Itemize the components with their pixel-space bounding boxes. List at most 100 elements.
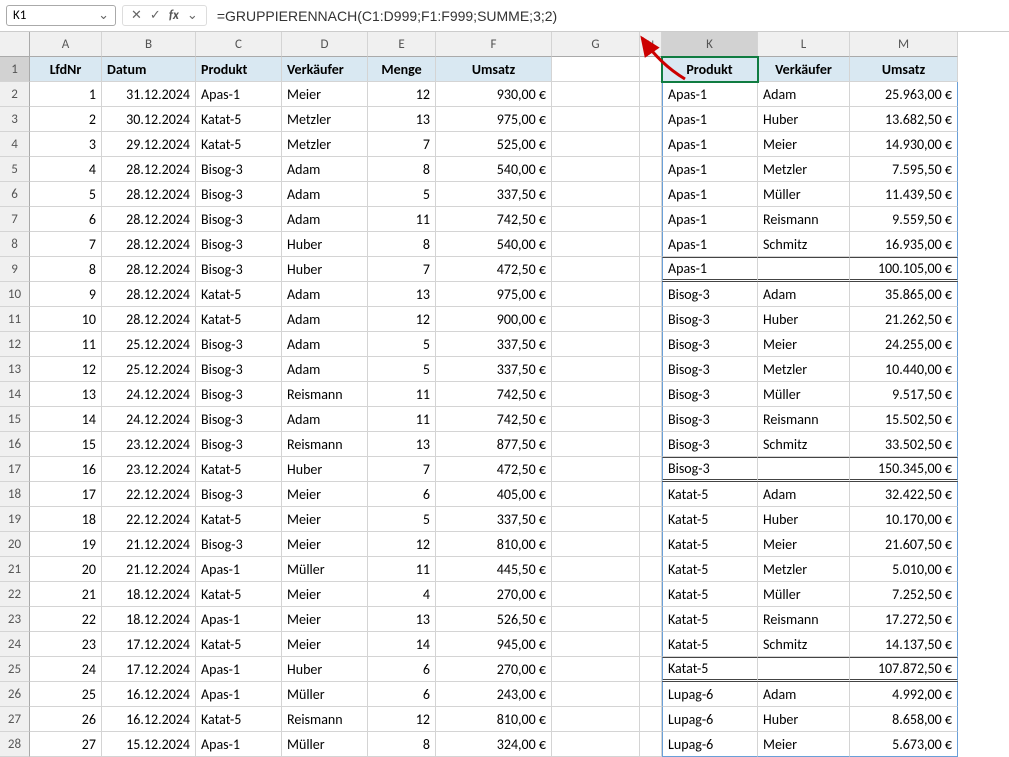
- row-header[interactable]: 17: [0, 457, 30, 482]
- row-header[interactable]: 15: [0, 407, 30, 432]
- cell[interactable]: 21.607,50 €: [850, 532, 958, 557]
- cell[interactable]: Bisog-3: [196, 432, 282, 457]
- cell[interactable]: 9.517,50 €: [850, 382, 958, 407]
- cell[interactable]: [552, 657, 640, 682]
- cell[interactable]: [552, 682, 640, 707]
- cell[interactable]: 24.255,00 €: [850, 332, 958, 357]
- cell[interactable]: Huber: [758, 107, 850, 132]
- cell[interactable]: 8.658,00 €: [850, 707, 958, 732]
- cell[interactable]: 6: [30, 207, 102, 232]
- cell[interactable]: [640, 257, 662, 282]
- cell[interactable]: [640, 282, 662, 307]
- chevron-down-icon[interactable]: ⌄: [98, 8, 109, 23]
- cell[interactable]: 742,50 €: [436, 407, 552, 432]
- cell[interactable]: 900,00 €: [436, 307, 552, 332]
- cell[interactable]: [552, 182, 640, 207]
- cell[interactable]: 107.872,50 €: [850, 657, 958, 682]
- column-header[interactable]: G: [552, 32, 640, 57]
- row-header[interactable]: 19: [0, 507, 30, 532]
- cell[interactable]: 17: [30, 482, 102, 507]
- cell[interactable]: [552, 107, 640, 132]
- confirm-icon[interactable]: ✓: [148, 8, 163, 23]
- cell[interactable]: 28.12.2024: [102, 157, 196, 182]
- cell[interactable]: 540,00 €: [436, 232, 552, 257]
- column-header[interactable]: L: [758, 32, 850, 57]
- cell[interactable]: 23.12.2024: [102, 457, 196, 482]
- cell[interactable]: 6: [368, 682, 436, 707]
- cell[interactable]: Huber: [758, 707, 850, 732]
- row-header[interactable]: 26: [0, 682, 30, 707]
- cell[interactable]: Apas-1: [662, 157, 758, 182]
- cell[interactable]: 10.170,00 €: [850, 507, 958, 532]
- cell[interactable]: 24.12.2024: [102, 382, 196, 407]
- cell[interactable]: [552, 582, 640, 607]
- cell[interactable]: Adam: [758, 482, 850, 507]
- cell[interactable]: [552, 532, 640, 557]
- table-header[interactable]: Umsatz: [850, 57, 958, 82]
- cell[interactable]: [758, 657, 850, 682]
- cell[interactable]: Adam: [282, 307, 368, 332]
- cell[interactable]: [552, 457, 640, 482]
- cell[interactable]: 26: [30, 707, 102, 732]
- cell[interactable]: Katat-5: [196, 307, 282, 332]
- cell[interactable]: Müller: [282, 732, 368, 757]
- row-header[interactable]: 24: [0, 632, 30, 657]
- row-header[interactable]: 21: [0, 557, 30, 582]
- cell[interactable]: 12: [30, 357, 102, 382]
- row-header[interactable]: 9: [0, 257, 30, 282]
- cell[interactable]: 3: [30, 132, 102, 157]
- cell[interactable]: Müller: [282, 557, 368, 582]
- cell[interactable]: [552, 382, 640, 407]
- cell[interactable]: 21.12.2024: [102, 532, 196, 557]
- cell[interactable]: 10: [30, 307, 102, 332]
- cell[interactable]: 18.12.2024: [102, 582, 196, 607]
- cell[interactable]: 150.345,00 €: [850, 457, 958, 482]
- cell[interactable]: Apas-1: [196, 732, 282, 757]
- cell[interactable]: 29.12.2024: [102, 132, 196, 157]
- cell[interactable]: 12: [368, 707, 436, 732]
- row-header[interactable]: 2: [0, 82, 30, 107]
- cell[interactable]: [640, 107, 662, 132]
- cell[interactable]: 28.12.2024: [102, 282, 196, 307]
- cell[interactable]: Bisog-3: [196, 357, 282, 382]
- cell[interactable]: 21.262,50 €: [850, 307, 958, 332]
- cell[interactable]: [552, 282, 640, 307]
- row-header[interactable]: 13: [0, 357, 30, 382]
- cell[interactable]: 11: [368, 557, 436, 582]
- cell[interactable]: Adam: [282, 332, 368, 357]
- cell[interactable]: Huber: [758, 307, 850, 332]
- cell[interactable]: 810,00 €: [436, 532, 552, 557]
- cell[interactable]: 35.865,00 €: [850, 282, 958, 307]
- cell[interactable]: 28.12.2024: [102, 232, 196, 257]
- cell[interactable]: Apas-1: [196, 557, 282, 582]
- cell[interactable]: 405,00 €: [436, 482, 552, 507]
- cell[interactable]: Katat-5: [662, 657, 758, 682]
- cell[interactable]: Meier: [282, 632, 368, 657]
- cell[interactable]: Katat-5: [662, 557, 758, 582]
- cell[interactable]: 7: [30, 232, 102, 257]
- cell[interactable]: 8: [30, 257, 102, 282]
- cell[interactable]: 21.12.2024: [102, 557, 196, 582]
- cell[interactable]: [640, 207, 662, 232]
- cell[interactable]: [640, 482, 662, 507]
- column-header[interactable]: E: [368, 32, 436, 57]
- cell[interactable]: Katat-5: [196, 457, 282, 482]
- cell[interactable]: Bisog-3: [196, 407, 282, 432]
- cell[interactable]: [552, 607, 640, 632]
- cell[interactable]: [640, 457, 662, 482]
- cell[interactable]: Apas-1: [662, 132, 758, 157]
- cell[interactable]: Reismann: [282, 432, 368, 457]
- cell[interactable]: Katat-5: [196, 632, 282, 657]
- table-header[interactable]: Umsatz: [436, 57, 552, 82]
- cell[interactable]: 25: [30, 682, 102, 707]
- cell[interactable]: Reismann: [758, 407, 850, 432]
- cell[interactable]: 472,50 €: [436, 457, 552, 482]
- row-header[interactable]: 5: [0, 157, 30, 182]
- cell[interactable]: Schmitz: [758, 432, 850, 457]
- cell[interactable]: [552, 557, 640, 582]
- cell[interactable]: Meier: [758, 132, 850, 157]
- cell[interactable]: Schmitz: [758, 632, 850, 657]
- cell[interactable]: 22.12.2024: [102, 507, 196, 532]
- table-header[interactable]: Verkäufer: [758, 57, 850, 82]
- cell[interactable]: [640, 182, 662, 207]
